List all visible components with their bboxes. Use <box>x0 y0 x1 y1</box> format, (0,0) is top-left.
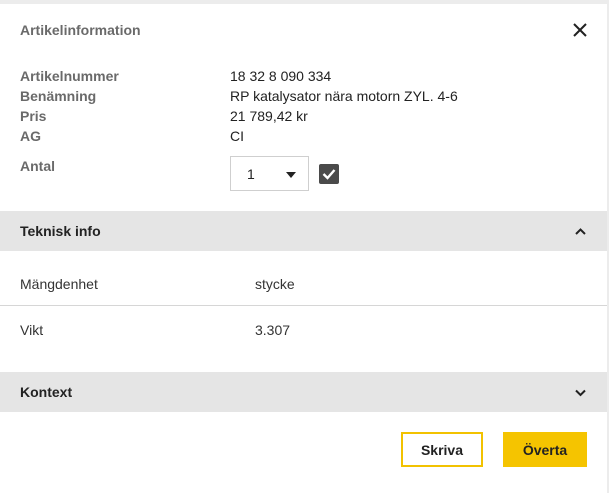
technical-info-title: Teknisk info <box>20 223 101 239</box>
close-button[interactable] <box>570 20 590 40</box>
quantity-select[interactable]: 1 <box>230 156 309 191</box>
caret-down-icon <box>286 172 296 178</box>
quantity-value: 1 <box>247 166 255 182</box>
price-value: 21 789,42 kr <box>230 108 308 124</box>
dialog-title: Artikelinformation <box>20 22 141 38</box>
technical-info-header[interactable]: Teknisk info <box>0 211 607 251</box>
quantity-label: Antal <box>20 158 55 174</box>
row-divider <box>0 305 607 306</box>
weight-label: Vikt <box>20 322 44 338</box>
context-header[interactable]: Kontext <box>0 372 607 412</box>
ag-label: AG <box>20 128 41 144</box>
transfer-button[interactable]: Överta <box>503 432 587 467</box>
chevron-up-icon <box>575 228 586 235</box>
context-title: Kontext <box>20 384 73 400</box>
article-number-value: 18 32 8 090 334 <box>230 68 332 84</box>
print-button[interactable]: Skriva <box>401 432 483 467</box>
article-name-label: Benämning <box>20 88 97 104</box>
weight-value: 3.307 <box>255 322 291 338</box>
dialog-top-edge <box>0 0 609 4</box>
price-label: Pris <box>20 108 47 124</box>
unit-label: Mängdenhet <box>20 276 98 292</box>
unit-value: stycke <box>255 276 295 292</box>
article-name-value: RP katalysator nära motorn ZYL. 4-6 <box>230 88 458 104</box>
confirm-checkbox[interactable] <box>319 164 339 184</box>
article-info-dialog: Artikelinformation Artikelnummer 18 32 8… <box>0 0 609 493</box>
chevron-down-icon <box>575 389 586 397</box>
check-icon <box>322 169 336 180</box>
close-icon <box>573 23 587 37</box>
ag-value: CI <box>230 128 244 144</box>
article-number-label: Artikelnummer <box>20 68 119 84</box>
